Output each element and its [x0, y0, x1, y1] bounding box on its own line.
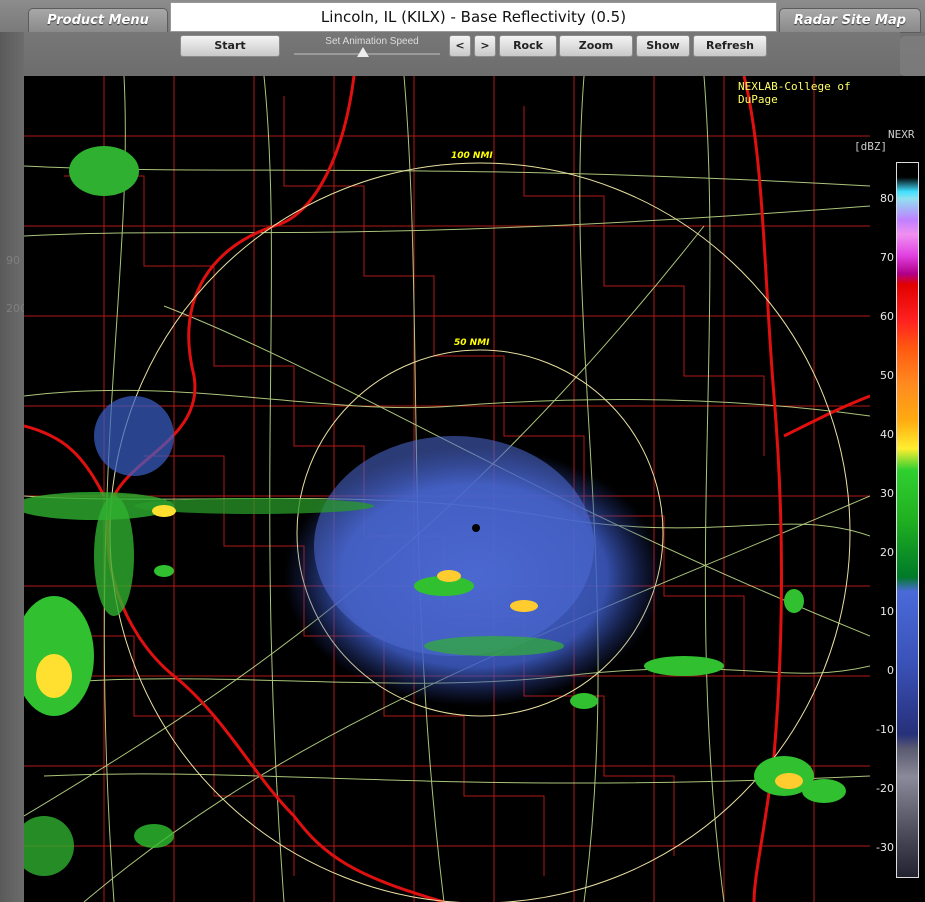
data-credit: NEXLAB-College of DuPage: [738, 80, 851, 106]
range-ring-100-label: 100 NMI: [451, 151, 493, 161]
legend-tick: -30: [876, 841, 894, 854]
zoom-button[interactable]: Zoom: [559, 35, 633, 57]
page-title: Lincoln, IL (KILX) - Base Reflectivity (…: [170, 2, 777, 32]
legend-tick: 70: [880, 251, 894, 264]
legend-product: NEXR: [888, 128, 915, 141]
rock-button[interactable]: Rock: [499, 35, 557, 57]
radar-map[interactable]: NEXLAB-College of DuPage 100 NMI 50 NMI: [24, 76, 870, 902]
show-button[interactable]: Show: [636, 35, 690, 57]
start-button[interactable]: Start: [180, 35, 280, 57]
legend-tick: 0: [887, 664, 894, 677]
ghost-number: 90: [6, 254, 20, 267]
legend-tick: 40: [880, 428, 894, 441]
range-ring-50-label: 50 NMI: [454, 338, 490, 348]
radar-map-graphic: [24, 76, 870, 902]
legend-tick: 80: [880, 192, 894, 205]
legend-tick: 60: [880, 310, 894, 323]
animation-speed-label: Set Animation Speed: [325, 36, 419, 47]
legend-tick: 10: [880, 605, 894, 618]
legend-tick: 30: [880, 487, 894, 500]
product-menu-button[interactable]: Product Menu: [28, 8, 168, 33]
legend-tick: 50: [880, 369, 894, 382]
left-ghost-panel: 90 200: [0, 32, 27, 902]
radar-site-map-button[interactable]: Radar Site Map: [779, 8, 921, 33]
title-bar: Product Menu Lincoln, IL (KILX) - Base R…: [0, 0, 925, 33]
animation-speed-slider-thumb[interactable]: [357, 47, 369, 57]
legend-color-bar: [896, 162, 919, 878]
legend-tick: 20: [880, 546, 894, 559]
radar-viewer-page: Product Menu Lincoln, IL (KILX) - Base R…: [0, 0, 925, 902]
dbz-legend: NEXR [dBZ] 80 70 60 50 40 30 20 10 0 -10…: [854, 76, 925, 902]
previous-frame-button[interactable]: <: [449, 35, 471, 57]
animation-controls: Start Set Animation Speed < > Rock Zoom …: [24, 32, 900, 76]
next-frame-button[interactable]: >: [474, 35, 496, 57]
legend-tick: -10: [876, 723, 894, 736]
legend-unit: [dBZ]: [854, 140, 888, 153]
right-ghost-panel: [898, 36, 925, 76]
legend-tick: -20: [876, 782, 894, 795]
refresh-button[interactable]: Refresh: [693, 35, 767, 57]
